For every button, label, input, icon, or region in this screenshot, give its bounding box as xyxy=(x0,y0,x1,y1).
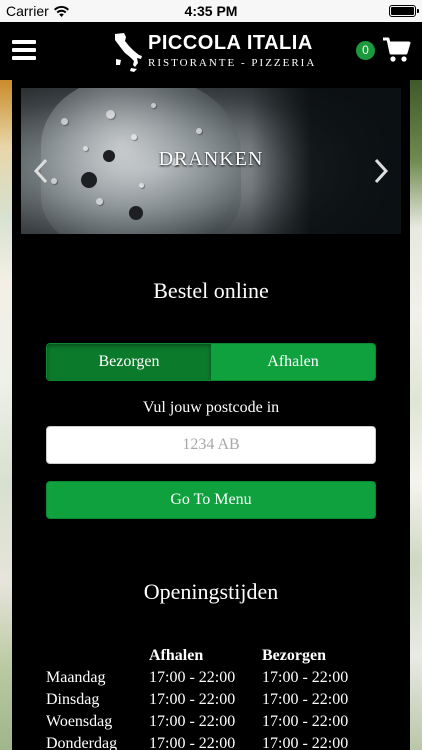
option-bezorgen[interactable]: Bezorgen xyxy=(47,344,211,380)
bezorgen-cell: 17:00 - 22:00 xyxy=(262,735,349,750)
hours-heading: Openingstijden xyxy=(143,579,279,604)
bezorgen-cell: 17:00 - 22:00 xyxy=(262,713,349,730)
afhalen-cell: 17:00 - 22:00 xyxy=(149,713,236,730)
postcode-label: Vul jouw postcode in xyxy=(142,399,280,416)
background-photo-right xyxy=(410,80,422,750)
status-time: 4:35 PM xyxy=(184,3,238,19)
hours-header-bezorgen: Bezorgen xyxy=(262,647,326,664)
afhalen-cell: 17:00 - 22:00 xyxy=(149,735,236,750)
bezorgen-cell: 17:00 - 22:00 xyxy=(262,691,349,708)
table-row: Dinsdag 17:00 - 22:00 17:00 - 22:00 xyxy=(46,689,372,711)
afhalen-cell: 17:00 - 22:00 xyxy=(149,669,236,686)
hours-table: Afhalen Bezorgen Maandag 17:00 - 22:00 1… xyxy=(46,645,372,750)
hours-header-row: Afhalen Bezorgen xyxy=(46,645,372,667)
day-cell: Donderdag xyxy=(46,735,118,750)
italy-boot-icon xyxy=(115,33,142,72)
chevron-right-icon[interactable] xyxy=(373,158,389,184)
order-heading: Bestel online xyxy=(153,278,269,303)
table-row: Maandag 17:00 - 22:00 17:00 - 22:00 xyxy=(46,667,372,689)
logo-title: PICCOLA ITALIA xyxy=(148,32,313,54)
app-header: PICCOLA ITALIA RISTORANTE - PIZZERIA 0 xyxy=(0,22,422,80)
postcode-input[interactable] xyxy=(46,426,376,464)
battery-icon xyxy=(389,5,419,17)
option-afhalen[interactable]: Afhalen xyxy=(211,344,375,380)
cart-count-badge[interactable]: 0 xyxy=(356,41,375,60)
logo-subtitle: RISTORANTE - PIZZERIA xyxy=(148,57,317,69)
table-row: Woensdag 17:00 - 22:00 17:00 - 22:00 xyxy=(46,711,372,733)
bezorgen-cell: 17:00 - 22:00 xyxy=(262,669,349,686)
slider-title: DRANKEN xyxy=(158,148,264,170)
day-cell: Woensdag xyxy=(46,713,113,730)
hours-header-afhalen: Afhalen xyxy=(149,647,204,664)
status-bar: Carrier 4:35 PM xyxy=(0,0,422,22)
cart-icon[interactable] xyxy=(383,37,411,63)
day-cell: Maandag xyxy=(46,669,106,686)
logo[interactable]: PICCOLA ITALIA RISTORANTE - PIZZERIA xyxy=(112,30,314,74)
menu-icon[interactable] xyxy=(12,40,36,60)
chevron-left-icon[interactable] xyxy=(33,158,49,184)
go-to-menu-button[interactable]: Go To Menu xyxy=(46,481,376,519)
table-row: Donderdag 17:00 - 22:00 17:00 - 22:00 xyxy=(46,733,372,750)
day-cell: Dinsdag xyxy=(46,691,100,708)
afhalen-cell: 17:00 - 22:00 xyxy=(149,691,236,708)
background-photo-left xyxy=(0,80,12,750)
delivery-mode-toggle[interactable]: Bezorgen Afhalen xyxy=(46,343,376,381)
